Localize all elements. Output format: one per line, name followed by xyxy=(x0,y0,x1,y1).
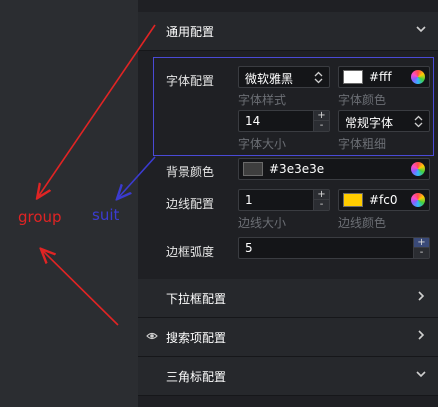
suit-arrow xyxy=(118,156,156,198)
group-arrow-up xyxy=(38,24,156,197)
suit-annotation: suit xyxy=(92,206,120,224)
annotation-arrows xyxy=(0,24,156,326)
group-arrow-down xyxy=(42,250,119,326)
group-annotation: group xyxy=(18,208,62,226)
